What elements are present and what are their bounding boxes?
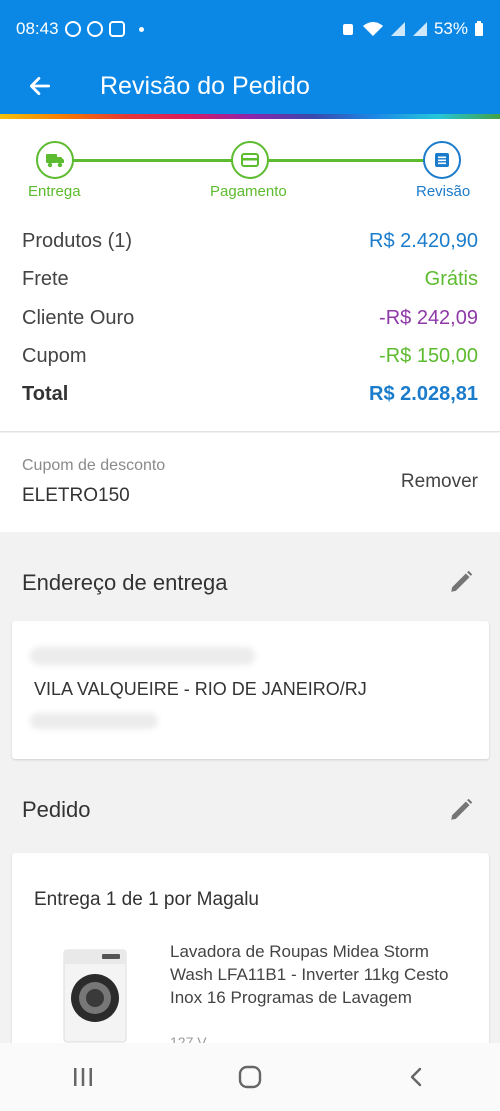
- summary-label: Cliente Ouro: [22, 307, 135, 329]
- edit-address-button[interactable]: [446, 567, 476, 597]
- summary-value: R$ 2.420,90: [369, 230, 478, 252]
- notification-dot-icon: [138, 26, 144, 32]
- app-bar: Revisão do Pedido: [0, 58, 500, 114]
- summary-row-cliente-ouro: Cliente Ouro -R$ 242,09: [22, 307, 478, 330]
- battery-icon: [475, 21, 483, 36]
- address-card[interactable]: VILA VALQUEIRE - RIO DE JANEIRO/RJ: [12, 621, 489, 759]
- remove-coupon-button[interactable]: Remover: [401, 471, 478, 493]
- washing-machine-image: [63, 949, 127, 1043]
- signal-icon: [412, 22, 427, 36]
- system-nav-bar: [0, 1043, 500, 1111]
- step-label-revisao: Revisão: [416, 183, 471, 200]
- redacted-zip: [30, 713, 158, 729]
- page-title: Revisão do Pedido: [100, 71, 310, 100]
- stepper-line: [56, 159, 250, 162]
- edit-order-button[interactable]: [446, 795, 476, 825]
- card-icon: [241, 153, 259, 167]
- summary-row-total: Total R$ 2.028,81: [22, 383, 478, 406]
- arrow-left-icon: [29, 77, 51, 95]
- summary-row-cupom: Cupom -R$ 150,00: [22, 345, 478, 368]
- step-label-entrega: Entrega: [28, 183, 81, 200]
- address-city-line: VILA VALQUEIRE - RIO DE JANEIRO/RJ: [34, 679, 367, 699]
- system-back-button[interactable]: [387, 1052, 447, 1102]
- recent-apps-icon: [74, 1068, 93, 1086]
- list-icon: [435, 153, 449, 167]
- chevron-left-icon: [410, 1067, 421, 1087]
- summary-row-frete: Frete Grátis: [22, 268, 478, 291]
- whatsapp-icon: [64, 21, 81, 37]
- coupon-code: ELETRO150: [22, 485, 130, 506]
- summary-value: Grátis: [424, 268, 478, 290]
- summary-label: Produtos (1): [22, 230, 133, 252]
- product-image[interactable]: [62, 948, 128, 1044]
- stepper-line: [250, 159, 444, 162]
- step-revisao[interactable]: [423, 141, 461, 179]
- product-name[interactable]: Lavadora de Roupas Midea Storm Wash LFA1…: [170, 940, 470, 1009]
- truck-icon: [46, 154, 64, 168]
- whatsapp-icon: [86, 21, 103, 37]
- battery-percent: 53%: [433, 19, 468, 38]
- coupon-section: Cupom de desconto ELETRO150 Remover: [0, 433, 500, 532]
- instagram-icon: [108, 21, 125, 37]
- step-label-pagamento: Pagamento: [210, 183, 287, 200]
- home-button[interactable]: [220, 1052, 280, 1102]
- summary-label: Frete: [22, 268, 69, 290]
- signal-icon: [390, 22, 405, 36]
- home-icon: [238, 1065, 262, 1089]
- step-pagamento[interactable]: [231, 141, 269, 179]
- step-entrega[interactable]: [36, 141, 74, 179]
- order-card: Entrega 1 de 1 por Magalu Lavadora de Ro…: [12, 853, 489, 1053]
- summary-label: Cupom: [22, 345, 87, 367]
- delivery-title: Entrega 1 de 1 por Magalu: [34, 889, 259, 910]
- checkout-stepper: Entrega Pagamento Revisão: [0, 119, 500, 222]
- status-bar: 08:43 53%: [0, 0, 500, 58]
- status-time: 08:43: [16, 19, 59, 38]
- back-button[interactable]: [0, 58, 80, 114]
- summary-value: -R$ 242,09: [379, 307, 478, 329]
- pencil-icon: [451, 570, 473, 592]
- total-value: R$ 2.028,81: [369, 383, 478, 405]
- order-summary: Produtos (1) R$ 2.420,90 Frete Grátis Cl…: [0, 222, 500, 432]
- recent-apps-button[interactable]: [53, 1052, 113, 1102]
- coupon-caption: Cupom de desconto: [22, 457, 166, 474]
- summary-value: -R$ 150,00: [379, 345, 478, 367]
- redacted-street: [30, 647, 255, 665]
- alarm-icon: [342, 24, 353, 35]
- pencil-icon: [451, 798, 473, 820]
- total-label: Total: [22, 383, 69, 405]
- wifi-icon: [362, 22, 383, 36]
- order-section-title: Pedido: [22, 797, 91, 822]
- address-section-title: Endereço de entrega: [22, 570, 228, 595]
- summary-row-produtos: Produtos (1) R$ 2.420,90: [22, 230, 478, 253]
